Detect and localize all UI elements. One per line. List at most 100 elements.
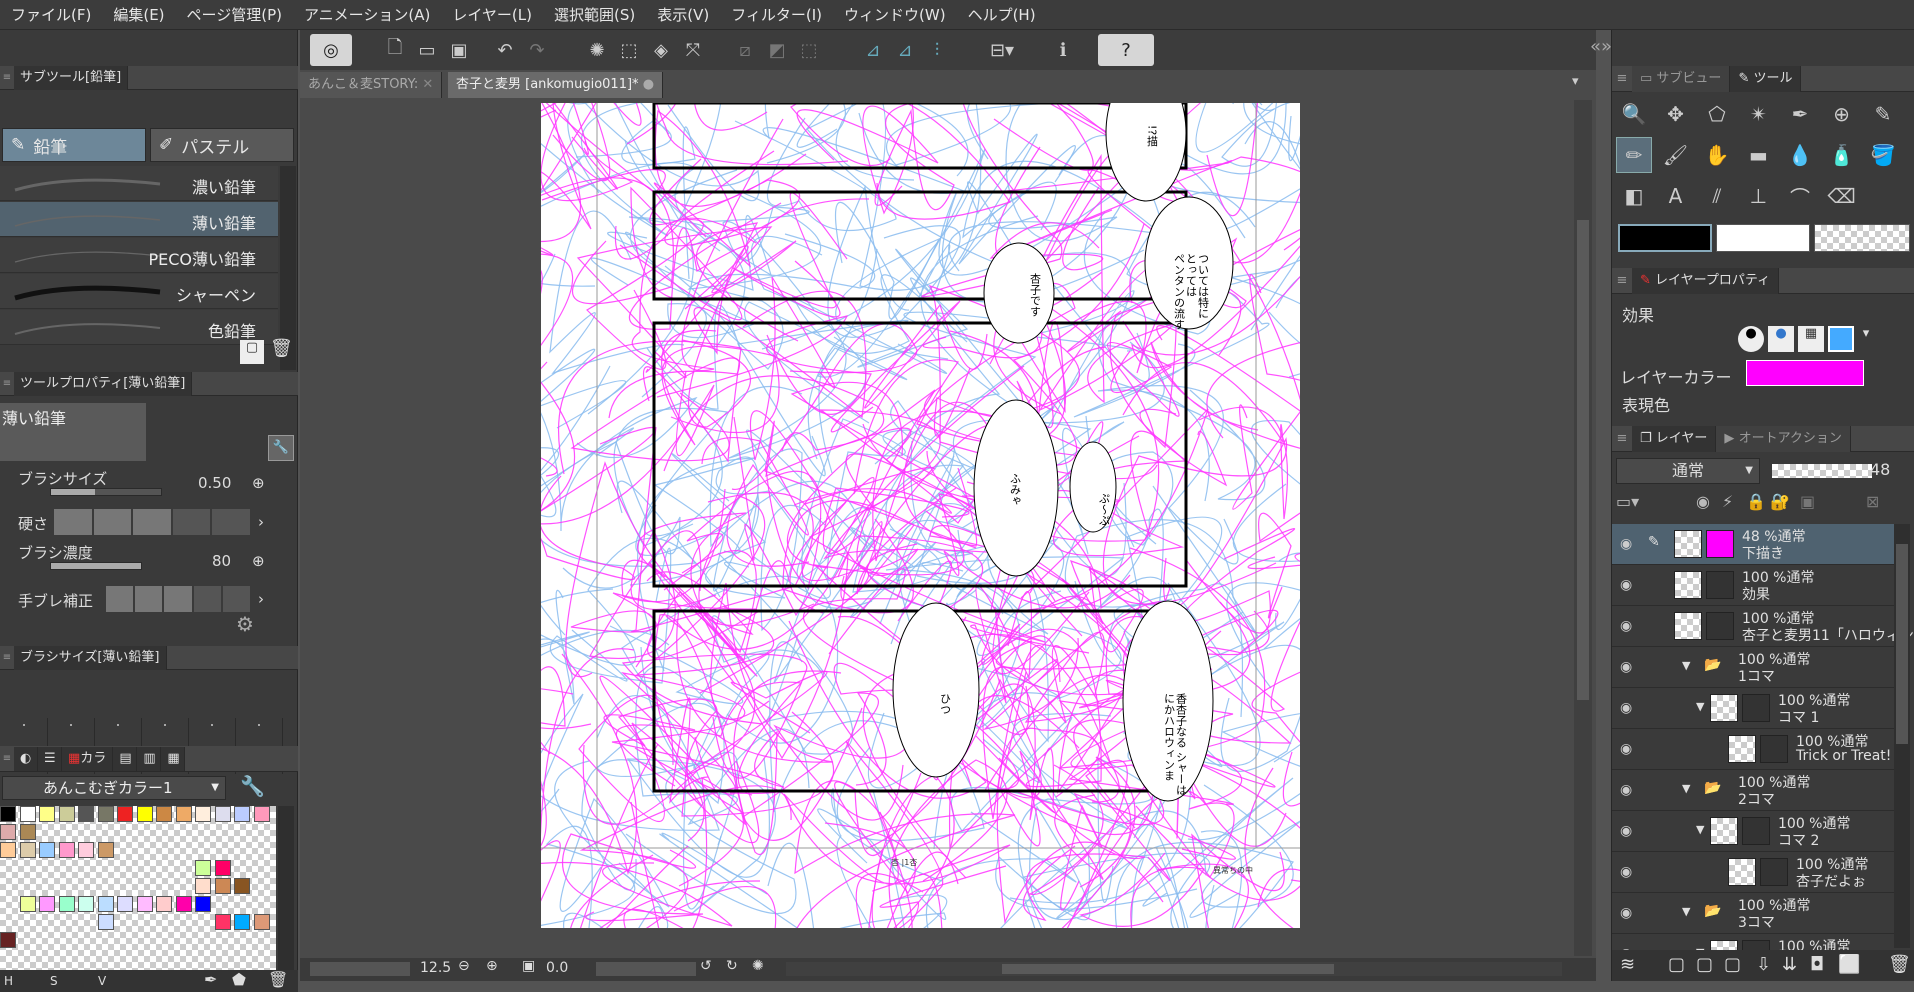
save-icon[interactable]: ▣ [444,34,474,66]
mask-icon[interactable]: ▣ [1800,492,1815,511]
density-value[interactable]: 80 [212,552,231,570]
navigator-slider[interactable] [310,962,410,976]
color-swatch[interactable] [58,896,75,912]
menu-item-1[interactable]: 編集(E) [102,0,175,30]
help-icon[interactable]: ? [1098,34,1154,66]
gradient-icon[interactable]: ◧ [1616,178,1652,214]
lasso-icon[interactable]: ⬠ [1699,96,1735,132]
close-icon[interactable]: ✕ [422,77,433,92]
color-swatch[interactable] [19,824,36,840]
collapse-right-icon[interactable]: «» [1590,36,1612,57]
layer-scrollbar[interactable] [1894,524,1910,948]
add-color-icon[interactable]: ⬟ [232,970,246,989]
layer-row[interactable]: ◉ 100 %通常 杏子だよぉ [1612,852,1894,893]
brush-item[interactable]: 色鉛筆 [0,310,278,345]
eye-icon[interactable]: ◉ [1620,782,1632,798]
frame-icon[interactable]: ⫽ [1699,178,1735,214]
trash-icon[interactable]: 🗑 [1888,954,1911,975]
layer-row[interactable]: ◉ 100 %通常 効果 [1612,565,1894,606]
reference-icon[interactable]: ⚡ [1722,492,1733,511]
menu-item-5[interactable]: 選択範囲(S) [543,0,646,30]
clip-icon[interactable]: ◉ [1696,492,1710,511]
vertical-scrollbar[interactable] [1574,100,1592,956]
screen-layout-icon[interactable]: ⊟▾ [980,34,1024,66]
color-swatch[interactable] [214,806,231,822]
reset-rotation-icon[interactable]: ✺ [752,958,764,974]
grip-icon[interactable]: ≡ [0,652,14,663]
color-swatch[interactable] [97,896,114,912]
brush-item[interactable]: 濃い鉛筆 [0,166,278,201]
grip-icon[interactable]: ≡ [1612,273,1632,288]
eraser-icon[interactable]: ⌫ [1824,178,1860,214]
tool-settings-icon[interactable]: ⚙ [236,612,254,636]
color-swatch[interactable] [156,896,172,912]
subview-tab[interactable]: ▭ サブビュー [1632,65,1731,92]
new-subtool-icon[interactable]: ▢ [240,340,264,364]
color-slider-icon[interactable]: ☰ [38,746,62,771]
new-raster-icon[interactable]: ▢ [1668,954,1685,975]
eyedropper-icon[interactable]: ✒ [204,970,217,989]
zoom-value[interactable]: 12.5 [420,960,451,976]
doc-tab-story[interactable]: あんこ＆麦STORY: ✕ [300,72,443,98]
brush-icon[interactable]: 🖌 [1658,137,1694,173]
menu-item-8[interactable]: ウィンドウ(W) [833,0,957,30]
trash-icon[interactable]: 🗑 [270,338,294,364]
deselect-icon[interactable]: ⧄ [730,34,760,66]
layer-row[interactable]: ◉100 %通常杏子と麦男11「ハロウィンだよ [1612,606,1914,647]
color-set-tab[interactable]: ▦カラ [62,746,114,771]
eye-icon[interactable]: ◉ [1620,864,1632,880]
info-icon[interactable]: ℹ [1048,34,1078,66]
eye-icon[interactable]: ◉ [1620,659,1632,675]
color-swatch[interactable] [136,896,153,912]
arrow-right-icon[interactable]: › [258,590,264,608]
color-swatch[interactable] [253,806,270,822]
brush-size-slider[interactable] [50,488,162,496]
fill-icon[interactable]: ◈ [646,34,676,66]
color-swatch[interactable] [19,896,36,912]
zoom-icon[interactable]: 🔍 [1616,96,1652,132]
brush-item[interactable]: シャーペン [0,274,278,309]
intermediate-color-icon[interactable]: ▤ [113,746,138,771]
stabilization-steps[interactable] [106,586,251,612]
color-swatch[interactable] [97,806,114,822]
rotation-value[interactable]: 0.0 [546,960,568,976]
color-swatch[interactable] [214,860,231,876]
color-swatch[interactable] [136,806,153,822]
eye-icon[interactable]: ◉ [1620,618,1632,634]
merge-down-icon[interactable]: ⇊ [1782,954,1797,975]
new-file-icon[interactable]: 🗋 [380,34,410,66]
grip-icon[interactable]: ≡ [0,753,14,764]
eye-icon[interactable]: ◉ [1620,700,1632,716]
zoom-out-icon[interactable]: ⊖ [458,958,470,974]
tool-property-tab[interactable]: ツールプロパティ[薄い鉛筆] [14,371,193,396]
doc-tab-active[interactable]: 杏子と麦男 [ankomugio011]* ● [448,72,664,98]
line-icon[interactable]: ⌒ [1782,178,1818,214]
layer-row[interactable]: ◉ ▼ 100 %通常 コマ 2 [1612,811,1894,852]
category-pastel[interactable]: ✐ パステル [150,128,294,162]
rotation-slider[interactable] [596,962,696,976]
brush-size-value[interactable]: 0.50 [198,474,231,492]
blend-mode-dropdown[interactable]: 通常 ▼ [1616,458,1760,484]
expand-icon[interactable]: ▼ [1682,659,1690,672]
grip-icon[interactable]: ≡ [0,72,14,83]
menu-item-6[interactable]: 表示(V) [646,0,720,30]
color-swatch[interactable] [195,806,211,822]
clear-icon[interactable]: ✺ [582,34,612,66]
color-swatch[interactable] [39,842,55,858]
hand-icon[interactable]: ✋ [1699,137,1735,173]
color-swatch[interactable] [234,806,250,822]
color-swatch[interactable] [39,806,55,822]
eye-icon[interactable]: ◉ [1620,741,1632,757]
mask-add-icon[interactable]: ◘ [1810,954,1824,975]
color-set-dropdown[interactable]: あんこむぎカラー1 ▼ [2,776,226,800]
selection-border-icon[interactable]: ⬚ [794,34,824,66]
subtool-tab[interactable]: サブツール[鉛筆] [14,65,129,90]
color-swatch[interactable] [117,806,133,822]
snap-ruler-icon[interactable]: ⊿ [858,34,888,66]
color-set-settings-icon[interactable]: 🔧 [240,774,265,798]
layer-tab[interactable]: ❐ レイヤー [1632,425,1717,452]
sub-color-swatch[interactable] [1716,224,1810,252]
move-icon[interactable]: ✥ [1658,96,1694,132]
menu-item-3[interactable]: アニメーション(A) [293,0,441,30]
color-swatch[interactable] [78,896,94,912]
